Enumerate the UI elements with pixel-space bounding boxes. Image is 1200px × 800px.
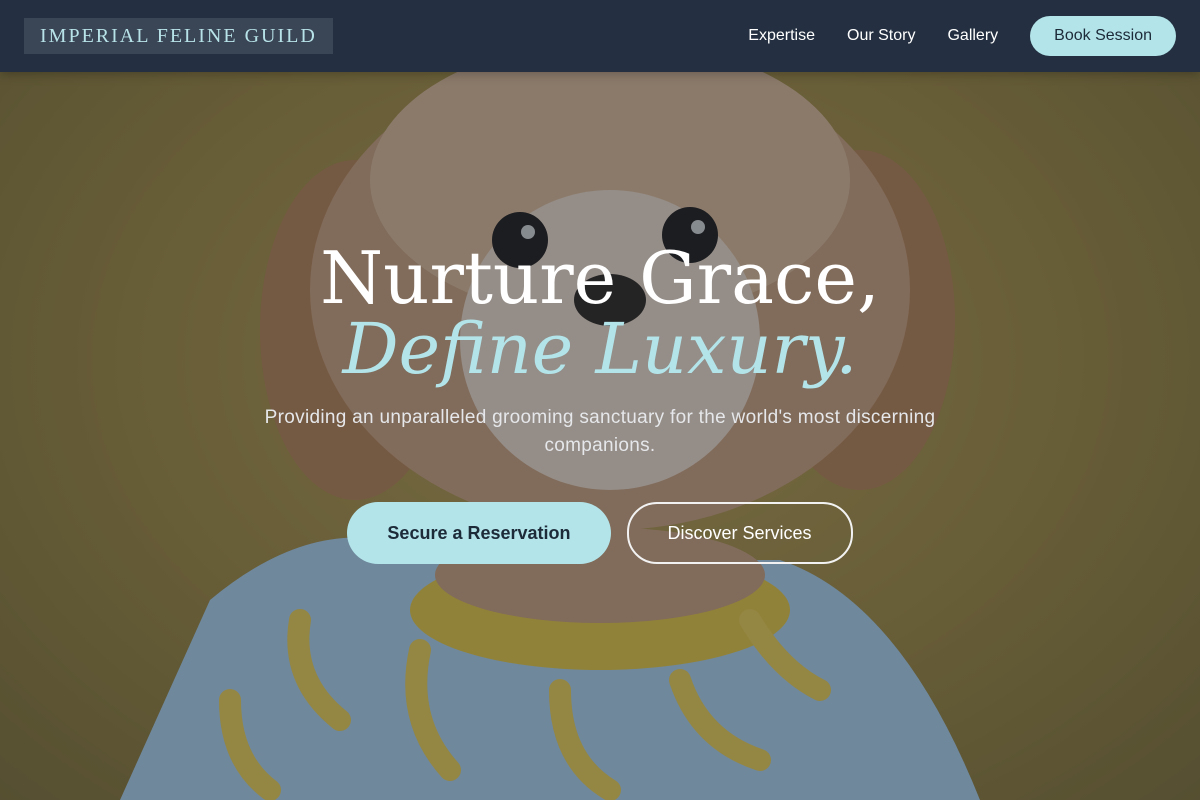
- hero-button-group: Secure a Reservation Discover Services: [0, 502, 1200, 564]
- secure-reservation-button[interactable]: Secure a Reservation: [347, 502, 611, 564]
- book-session-button[interactable]: Book Session: [1030, 16, 1176, 56]
- nav-links: Expertise Our Story Gallery Book Session: [748, 16, 1176, 56]
- nav-link-gallery[interactable]: Gallery: [947, 27, 998, 45]
- hero-subtitle: Providing an unparalleled grooming sanct…: [264, 407, 936, 456]
- hero-headline-line-1: Nurture Grace,: [320, 236, 880, 320]
- landing-page: IMPERIAL FELINE GUILD Expertise Our Stor…: [0, 0, 1200, 800]
- nav-link-our-story[interactable]: Our Story: [847, 27, 915, 45]
- hero-content: Nurture Grace, Define Luxury. Providing …: [0, 238, 1200, 564]
- nav-link-expertise[interactable]: Expertise: [748, 27, 815, 45]
- discover-services-button[interactable]: Discover Services: [626, 502, 853, 564]
- top-navigation-bar: IMPERIAL FELINE GUILD Expertise Our Stor…: [0, 0, 1200, 72]
- site-logo[interactable]: IMPERIAL FELINE GUILD: [24, 18, 333, 54]
- hero-headline-line-2: Define Luxury.: [342, 308, 858, 390]
